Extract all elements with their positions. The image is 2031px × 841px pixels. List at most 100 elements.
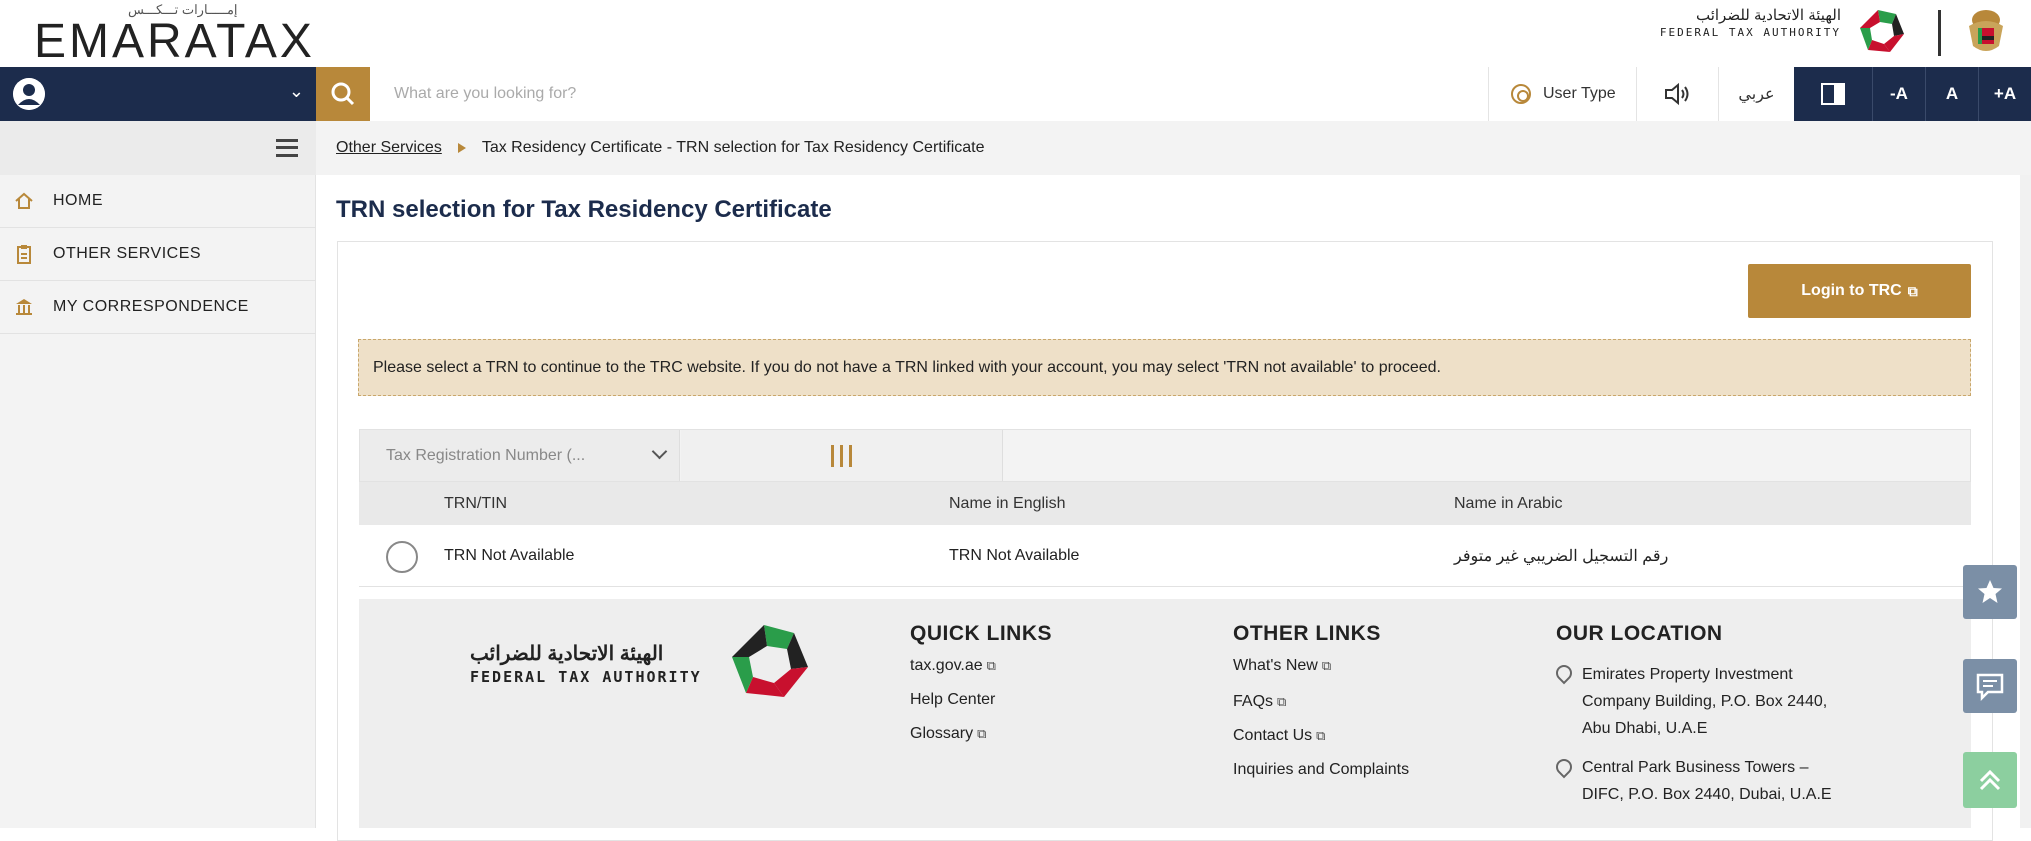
sidebar-item-label: OTHER SERVICES <box>53 245 202 262</box>
star-icon <box>1978 580 2002 603</box>
column-filter-dropdown[interactable]: Tax Registration Number (... <box>360 430 680 481</box>
breadcrumb: Other Services Tax Residency Certificate… <box>316 121 2031 175</box>
chat-button[interactable] <box>1963 659 2017 713</box>
font-increase-button[interactable]: +A <box>1978 67 2031 121</box>
breadcrumb-link-other-services[interactable]: Other Services <box>336 139 442 157</box>
user-type-label: User Type <box>1543 85 1616 102</box>
footer-fta-english: FEDERAL TAX AUTHORITY <box>470 668 702 686</box>
column-filter-value: Tax Registration Number (... <box>386 446 586 464</box>
sidebar-toggle[interactable] <box>0 121 316 175</box>
external-link-icon: ⧉ <box>1321 658 1332 673</box>
page-title: TRN selection for Tax Residency Certific… <box>336 196 832 223</box>
columns-icon <box>831 444 834 467</box>
link-label: Contact Us <box>1233 727 1313 744</box>
font-decrease-button[interactable]: -A <box>1872 67 1925 121</box>
header-name-english[interactable]: Name in English <box>949 482 1066 525</box>
external-link-icon: ⧉ <box>977 726 987 741</box>
user-type-selector[interactable]: User Type <box>1488 67 1636 121</box>
user-avatar-icon <box>13 78 45 110</box>
breadcrumb-arrow-icon <box>457 143 466 153</box>
address-line: DIFC, P.O. Box 2440, Dubai, U.A.E <box>1582 786 1832 803</box>
link-label: What's New <box>1233 657 1318 674</box>
external-link-icon: ⧉ <box>1277 694 1287 709</box>
login-to-trc-button[interactable]: Login to TRC ⧉ <box>1748 264 1971 318</box>
sidebar-item-home[interactable]: HOME <box>0 175 316 228</box>
other-links-title: OTHER LINKS <box>1233 622 1381 645</box>
fta-english-name: FEDERAL TAX AUTHORITY <box>1659 26 1841 39</box>
footer-link-faqs[interactable]: FAQs ⧉ <box>1233 693 1286 711</box>
link-label: Glossary <box>910 725 974 742</box>
footer-link-whats-new[interactable]: What's New ⧉ <box>1233 657 1331 675</box>
header-name-arabic[interactable]: Name in Arabic <box>1454 482 1563 525</box>
footer-link-glossary[interactable]: Glossary ⧉ <box>910 725 986 743</box>
bank-icon <box>16 299 32 315</box>
fta-emblem-icon <box>1860 10 1904 52</box>
grid-toolbar: Tax Registration Number (... <box>359 429 1971 482</box>
our-location-title: OUR LOCATION <box>1556 622 1723 645</box>
address-abu-dhabi: Emirates Property Investment Company Bui… <box>1582 661 1827 742</box>
chat-icon <box>1976 673 2004 701</box>
cell-trn: TRN Not Available <box>444 546 575 564</box>
footer-link-contact-us[interactable]: Contact Us ⧉ <box>1233 727 1325 745</box>
contrast-toggle[interactable] <box>1794 67 1872 121</box>
language-toggle[interactable]: عربي <box>1718 67 1794 121</box>
chevron-down-icon <box>651 443 668 460</box>
uae-emblem-icon <box>1969 10 2003 51</box>
grid-header: TRN/TIN Name in English Name in Arabic <box>359 482 1971 525</box>
info-notice: Please select a TRN to continue to the T… <box>358 339 1971 396</box>
external-link-icon: ⧉ <box>1316 728 1326 743</box>
columns-icon-bar <box>849 444 852 467</box>
contrast-icon <box>1821 83 1845 105</box>
account-menu[interactable]: ⌄ <box>0 67 316 121</box>
external-link-icon: ⧉ <box>1907 282 1918 299</box>
fta-header-logo[interactable]: الهيئة الاتحادية للضرائب FEDERAL TAX AUT… <box>1660 6 1841 39</box>
address-line: Emirates Property Investment <box>1582 666 1793 683</box>
top-nav: ⌄ User Type عربي -A A +A <box>0 67 2031 121</box>
hamburger-icon <box>276 139 298 157</box>
address-line: Abu Dhabi, U.A.E <box>1582 720 1708 737</box>
scroll-to-top-button[interactable] <box>1963 752 2017 808</box>
sidebar-item-label: MY CORRESPONDENCE <box>53 298 249 315</box>
cell-name-arabic: رقم التسجيل الضريبي غير متوفر <box>1454 547 1669 565</box>
double-chevron-up-icon <box>1979 769 2001 791</box>
sidebar-item-label: HOME <box>53 192 103 209</box>
quick-links-title: QUICK LINKS <box>910 622 1052 645</box>
speaker-icon <box>1664 82 1688 106</box>
address-dubai: Central Park Business Towers – DIFC, P.O… <box>1582 754 1832 808</box>
row-radio-button[interactable] <box>386 541 418 573</box>
address-line: Company Building, P.O. Box 2440, <box>1582 693 1828 710</box>
search-icon <box>331 82 355 106</box>
page-scrollbar[interactable] <box>2020 175 2031 828</box>
fta-arabic-name: الهيئة الاتحادية للضرائب <box>1695 7 1841 24</box>
favorites-button[interactable] <box>1963 565 2017 619</box>
sidebar-item-my-correspondence[interactable]: MY CORRESPONDENCE <box>0 281 316 334</box>
breadcrumb-current: Tax Residency Certificate - TRN selectio… <box>481 139 985 156</box>
text-to-speech-button[interactable] <box>1636 67 1718 121</box>
footer-link-inquiries[interactable]: Inquiries and Complaints <box>1233 761 1409 779</box>
clipboard-icon <box>17 245 31 264</box>
search-button[interactable] <box>316 67 370 121</box>
footer-fta-arabic: الهيئة الاتحادية للضرائب <box>470 643 664 665</box>
footer-link-help-center[interactable]: Help Center <box>910 691 995 709</box>
sidebar-item-other-services[interactable]: OTHER SERVICES <box>0 228 316 281</box>
search-input[interactable] <box>370 67 1488 121</box>
link-label: tax.gov.ae <box>910 657 983 674</box>
home-icon <box>15 192 33 209</box>
table-row[interactable]: TRN Not Available TRN Not Available رقم … <box>359 525 1971 587</box>
sidebar: HOME OTHER SERVICES MY CORRESPONDENCE <box>0 121 316 828</box>
login-button-label: Login to TRC <box>1801 282 1902 299</box>
cell-name-english: TRN Not Available <box>949 546 1080 564</box>
column-chooser-button[interactable] <box>681 430 1003 481</box>
chevron-down-icon: ⌄ <box>288 81 304 101</box>
fta-logo-icon <box>732 625 808 697</box>
columns-icon-bar <box>840 444 843 467</box>
brand-bar: إمـــــارات تـــكـــس EMARATAX الهيئة ال… <box>0 0 2031 69</box>
emaratax-logo[interactable]: EMARATAX <box>34 14 315 69</box>
footer-link-tax-gov[interactable]: tax.gov.ae ⧉ <box>910 657 996 675</box>
link-label: FAQs <box>1233 693 1274 710</box>
address-line: Central Park Business Towers – <box>1582 759 1809 776</box>
font-normal-button[interactable]: A <box>1925 67 1978 121</box>
gear-icon <box>1511 84 1531 104</box>
header-trn[interactable]: TRN/TIN <box>444 482 507 525</box>
external-link-icon: ⧉ <box>986 658 996 673</box>
